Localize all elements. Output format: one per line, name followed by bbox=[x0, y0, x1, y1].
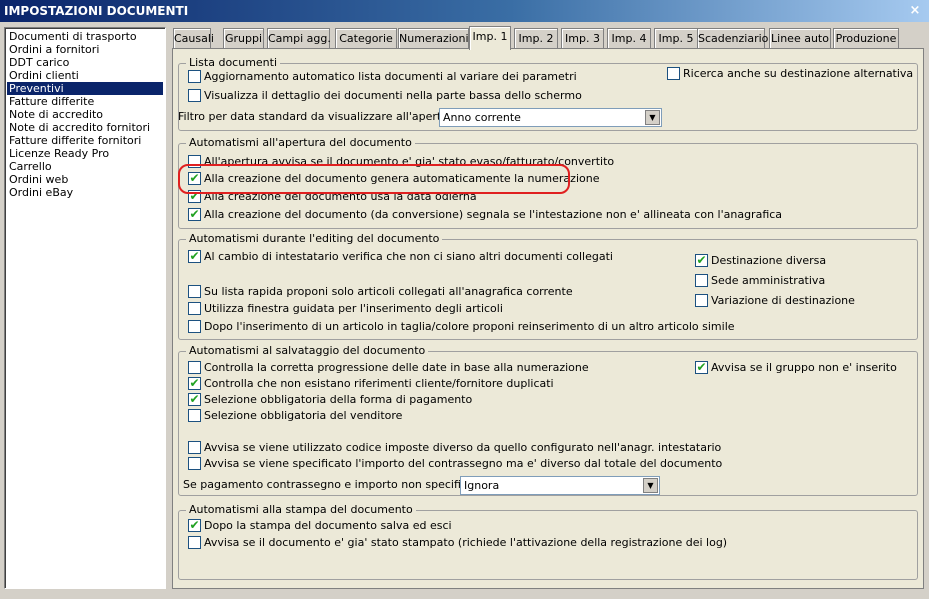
checkbox-box: ✔ bbox=[695, 360, 708, 374]
window-titlebar: IMPOSTAZIONI DOCUMENTI × bbox=[0, 0, 929, 22]
checkbox-box bbox=[695, 274, 708, 287]
tab-imp-1[interactable]: Imp. 1 bbox=[469, 26, 511, 50]
chevron-down-icon[interactable]: ▼ bbox=[643, 478, 658, 493]
group-title-lista: Lista documenti bbox=[186, 56, 281, 69]
tab-campi-agg[interactable]: Campi agg. bbox=[267, 28, 331, 49]
checkbox-box bbox=[188, 441, 201, 454]
tax-code-checkbox[interactable]: Avvisa se viene utilizzato codice impost… bbox=[188, 441, 721, 456]
checkbox-box bbox=[188, 285, 201, 298]
tab-numerazioni[interactable]: Numerazioni bbox=[398, 28, 469, 49]
checkbox-box: ✔ bbox=[188, 207, 201, 221]
var-destinazione-checkbox[interactable]: Variazione di destinazione bbox=[695, 294, 855, 309]
cod-label: Se pagamento contrassegno e importo non … bbox=[183, 478, 492, 491]
tab-gruppi[interactable]: Gruppi bbox=[223, 28, 264, 49]
date-filter-select[interactable]: Anno corrente ▼ bbox=[439, 108, 662, 127]
cod-amount-checkbox[interactable]: Avvisa se viene specificato l'importo de… bbox=[188, 457, 722, 472]
checkbox-box: ✔ bbox=[188, 392, 201, 406]
sede-amministrativa-checkbox[interactable]: Sede amministrativa bbox=[695, 274, 825, 289]
use-today-checkbox[interactable]: ✔ Alla creazione del documento usa la dat… bbox=[188, 190, 477, 205]
checkbox-box bbox=[188, 155, 201, 168]
warn-group-checkbox[interactable]: ✔ Avvisa se il gruppo non e' inserito bbox=[695, 361, 897, 376]
date-filter-label: Filtro per data standard da visualizzare… bbox=[178, 110, 467, 123]
tab-scadenziario[interactable]: Scadenziario bbox=[697, 28, 768, 49]
tab-imp-4[interactable]: Imp. 4 bbox=[607, 28, 651, 49]
list-item[interactable]: Ordini a fornitori bbox=[7, 43, 163, 56]
checkbox-box: ✔ bbox=[188, 189, 201, 203]
group-title-editing: Automatismi durante l'editing del docume… bbox=[186, 232, 443, 245]
checkbox-box bbox=[695, 294, 708, 307]
checkbox-box bbox=[188, 536, 201, 549]
checkbox-box bbox=[188, 302, 201, 315]
list-item[interactable]: Ordini clienti bbox=[7, 69, 163, 82]
list-item[interactable]: Fatture differite fornitori bbox=[7, 134, 163, 147]
warn-evaded-checkbox[interactable]: All'apertura avvisa se il documento e' g… bbox=[188, 155, 614, 170]
cod-select[interactable]: Ignora ▼ bbox=[460, 476, 660, 495]
check-linked-checkbox[interactable]: ✔ Al cambio di intestatario verifica che … bbox=[188, 250, 613, 265]
list-item[interactable]: Carrello bbox=[7, 160, 163, 173]
tab-imp-5[interactable]: Imp. 5 bbox=[654, 28, 698, 49]
list-item[interactable]: Note di accredito bbox=[7, 108, 163, 121]
window-title: IMPOSTAZIONI DOCUMENTI bbox=[4, 4, 189, 18]
tab-categorie[interactable]: Categorie bbox=[335, 28, 397, 49]
checkbox-box bbox=[188, 361, 201, 374]
list-item[interactable]: Preventivi bbox=[7, 82, 163, 95]
checkbox-box bbox=[188, 70, 201, 83]
chevron-down-icon[interactable]: ▼ bbox=[645, 110, 660, 125]
size-color-checkbox[interactable]: Dopo l'inserimento di un articolo in tag… bbox=[188, 320, 735, 335]
show-detail-checkbox[interactable]: Visualizza il dettaglio dei documenti ne… bbox=[188, 89, 582, 104]
checkbox-box: ✔ bbox=[188, 171, 201, 185]
checkbox-box: ✔ bbox=[695, 253, 708, 267]
check-dates-checkbox[interactable]: Controlla la corretta progressione delle… bbox=[188, 361, 589, 376]
checkbox-box bbox=[188, 320, 201, 333]
close-icon[interactable]: × bbox=[907, 3, 923, 19]
checkbox-box: ✔ bbox=[188, 249, 201, 263]
tab-causali[interactable]: Causali bbox=[173, 28, 214, 49]
tab-imp-2[interactable]: Imp. 2 bbox=[514, 28, 558, 49]
list-item[interactable]: Note di accredito fornitori bbox=[7, 121, 163, 134]
checkbox-box: ✔ bbox=[188, 376, 201, 390]
list-item[interactable]: Licenze Ready Pro bbox=[7, 147, 163, 160]
checkbox-box bbox=[188, 89, 201, 102]
checkbox-box bbox=[188, 457, 201, 470]
group-title-salvataggio: Automatismi al salvataggio del documento bbox=[186, 344, 429, 357]
tab-linee-auto[interactable]: Linee auto bbox=[769, 28, 831, 49]
list-item[interactable]: Ordini eBay bbox=[7, 186, 163, 199]
auto-numbering-checkbox[interactable]: ✔ Alla creazione del documento genera aut… bbox=[188, 172, 599, 187]
group-title-apertura: Automatismi all'apertura del documento bbox=[186, 136, 415, 149]
alt-destination-checkbox[interactable]: Ricerca anche su destinazione alternativ… bbox=[667, 67, 913, 82]
checkbox-box bbox=[188, 409, 201, 422]
checkbox-box bbox=[667, 67, 680, 80]
seller-required-checkbox[interactable]: Selezione obbligatoria del venditore bbox=[188, 409, 402, 424]
save-exit-checkbox[interactable]: ✔ Dopo la stampa del documento salva ed e… bbox=[188, 519, 452, 534]
quick-list-checkbox[interactable]: Su lista rapida proponi solo articoli co… bbox=[188, 285, 573, 300]
payment-required-checkbox[interactable]: ✔ Selezione obbligatoria della forma di p… bbox=[188, 393, 472, 408]
warn-printed-checkbox[interactable]: Avvisa se il documento e' gia' stato sta… bbox=[188, 536, 727, 551]
tab-imp-3[interactable]: Imp. 3 bbox=[561, 28, 604, 49]
list-item[interactable]: Ordini web bbox=[7, 173, 163, 186]
checkbox-box: ✔ bbox=[188, 518, 201, 532]
list-item[interactable]: DDT carico bbox=[7, 56, 163, 69]
warn-header-checkbox[interactable]: ✔ Alla creazione del documento (da conver… bbox=[188, 208, 782, 223]
guided-insert-checkbox[interactable]: Utilizza finestra guidata per l'inserime… bbox=[188, 302, 503, 317]
tab-produzione[interactable]: Produzione bbox=[833, 28, 899, 49]
list-item[interactable]: Fatture differite bbox=[7, 95, 163, 108]
group-title-stampa: Automatismi alla stampa del documento bbox=[186, 503, 416, 516]
document-type-list[interactable]: Documenti di trasporto Ordini a fornitori… bbox=[4, 27, 166, 589]
settings-panel: Lista documenti Aggiornamento automatico… bbox=[172, 48, 924, 589]
check-duplicates-checkbox[interactable]: ✔ Controlla che non esistano riferimenti … bbox=[188, 377, 554, 392]
list-item[interactable]: Documenti di trasporto bbox=[7, 30, 163, 43]
dest-diversa-checkbox[interactable]: ✔ Destinazione diversa bbox=[695, 254, 826, 269]
auto-update-checkbox[interactable]: Aggiornamento automatico lista documenti… bbox=[188, 70, 577, 85]
